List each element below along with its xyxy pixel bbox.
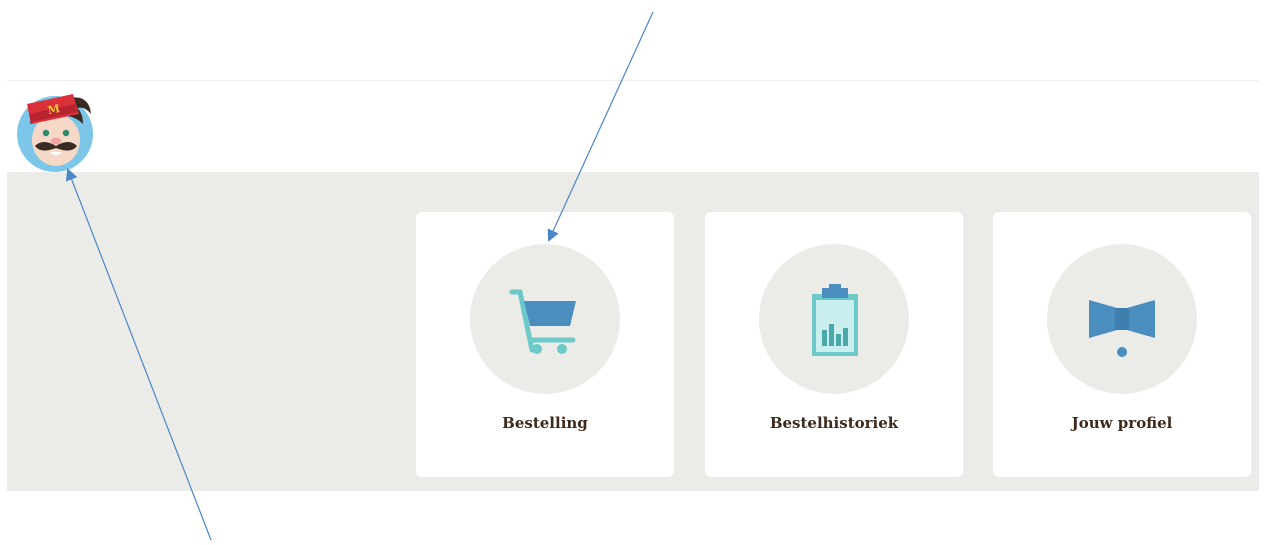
mascot-logo-icon[interactable]: M — [13, 84, 97, 172]
card-label-bestelling: Bestelling — [502, 414, 588, 432]
dashboard-panel: Bestelling Bestelhistoriek Jouw profiel — [7, 172, 1259, 491]
card-label-jouw-profiel: Jouw profiel — [1071, 414, 1173, 432]
card-bestelling[interactable]: Bestelling — [416, 212, 674, 477]
card-jouw-profiel[interactable]: Jouw profiel — [993, 212, 1251, 477]
bow-tie-icon — [1047, 244, 1197, 394]
clipboard-chart-icon — [759, 244, 909, 394]
cart-icon — [470, 244, 620, 394]
card-bestelhistoriek[interactable]: Bestelhistoriek — [705, 212, 963, 477]
header-bar: M — [7, 80, 1259, 173]
card-label-bestelhistoriek: Bestelhistoriek — [769, 414, 899, 432]
